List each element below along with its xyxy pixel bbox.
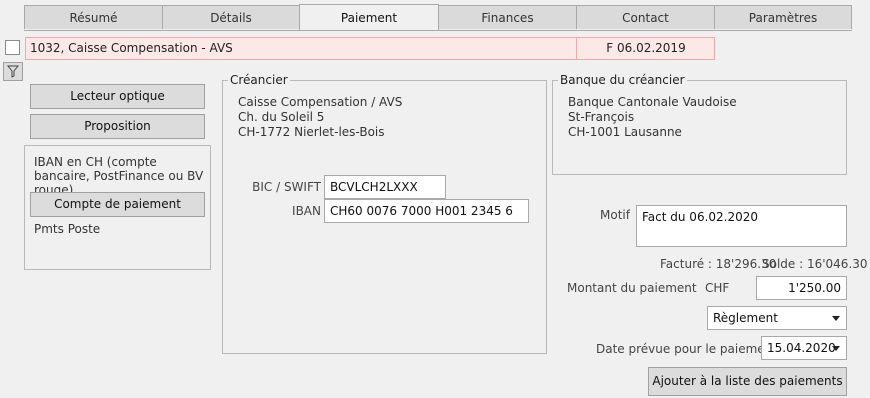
filter-icon [7,65,19,78]
creditor-panel: Créancier Caisse Compensation / AVS Ch. … [222,73,547,354]
motif-field[interactable]: Fact du 06.02.2020 [636,205,847,247]
bank-address-line: St-François [568,110,635,124]
creditor-address: Caisse Compensation / AVS Ch. du Soleil … [238,95,402,140]
date-label: Date prévue pour le paiement [596,342,777,356]
chevron-down-icon [832,316,840,321]
creditor-address-line: Ch. du Soleil 5 [238,110,325,124]
bic-field[interactable]: BCVLCH2LXXX [324,175,446,199]
tab-details[interactable]: Détails [162,5,300,29]
payment-type-select[interactable]: Règlement [707,306,847,330]
tab-finances[interactable]: Finances [438,5,577,29]
account-type-text: IBAN en CH (compte bancaire, PostFinance… [34,155,204,197]
currency-label: CHF [705,281,730,295]
creditor-address-line: CH-1772 Nierlet-les-Bois [238,125,385,139]
tab-parametres[interactable]: Paramètres [714,5,852,29]
record-checkbox[interactable] [5,40,20,55]
pmts-text: Pmts Poste [34,222,101,236]
record-invoice: F 06.02.2019 [606,41,686,55]
proposal-button[interactable]: Proposition [30,114,205,139]
date-picker[interactable]: 15.04.2020 [761,336,847,360]
bank-address-line: Banque Cantonale Vaudoise [568,95,737,109]
tab-contact[interactable]: Contact [576,5,715,29]
amount-field[interactable]: 1'250.00 [756,276,847,300]
iban-label: IBAN [292,204,321,218]
bank-panel: Banque du créancier Banque Cantonale Vau… [552,73,847,175]
filter-button[interactable] [3,62,23,81]
motif-label: Motif [600,208,630,222]
record-divider [576,38,577,59]
bank-title: Banque du créancier [558,73,687,87]
amount-label: Montant du paiement [567,281,697,295]
iban-field[interactable]: CH60 0076 7000 H001 2345 6 [324,199,529,223]
bank-address-line: CH-1001 Lausanne [568,125,682,139]
tab-resume[interactable]: Résumé [24,5,163,29]
creditor-address-line: Caisse Compensation / AVS [238,95,403,109]
chevron-down-icon [832,346,840,351]
bank-address: Banque Cantonale Vaudoise St-François CH… [568,95,737,140]
solde-text: Solde : 16'046.30 [762,257,868,271]
record-row[interactable]: 1032, Caisse Compensation - AVS F 06.02.… [25,37,715,60]
tab-bar: Résumé Détails Paiement Finances Contact… [24,4,852,31]
creditor-title: Créancier [228,73,290,87]
facture-text: Facturé : 18'296.30 [660,257,777,271]
scanner-button[interactable]: Lecteur optique [30,84,205,109]
record-name: 1032, Caisse Compensation - AVS [30,41,233,55]
payment-account-button[interactable]: Compte de paiement [30,192,205,217]
tab-paiement[interactable]: Paiement [299,4,439,30]
payment-type-value: Règlement [713,311,778,325]
add-to-payment-list-button[interactable]: Ajouter à la liste des paiements [648,367,847,396]
bic-label: BIC / SWIFT [252,180,321,194]
date-value: 15.04.2020 [767,341,836,355]
payment-method-panel: IBAN en CH (compte bancaire, PostFinance… [24,145,211,270]
